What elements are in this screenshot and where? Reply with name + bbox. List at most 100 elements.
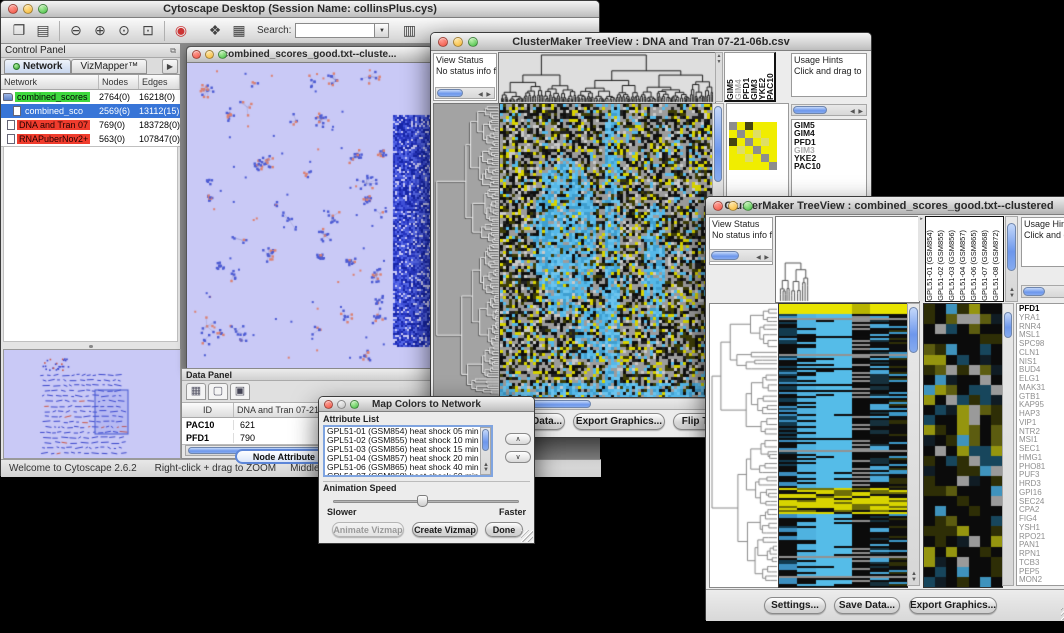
- dialog-titlebar[interactable]: Map Colors to Network: [319, 397, 534, 412]
- tv2-gene-label[interactable]: VIP1: [1019, 419, 1064, 428]
- tv2-gene-label[interactable]: PHO81: [1019, 463, 1064, 472]
- tv2-gene-label[interactable]: GPI16: [1019, 489, 1064, 498]
- import-table-icon[interactable]: ▥: [397, 21, 421, 41]
- tv1-status-hscrollbar[interactable]: ◀ ▶: [435, 87, 495, 99]
- tv2-gene-label[interactable]: NIS1: [1019, 358, 1064, 367]
- tv1-column-labels[interactable]: GIM5GIM4PFD1GIM3YKE2PAC10: [724, 52, 776, 102]
- tv2-label-vscrollbar[interactable]: ▲▼: [1005, 216, 1018, 302]
- tv2-settings-button[interactable]: Settings...: [764, 597, 826, 614]
- close-button[interactable]: [713, 201, 723, 211]
- open-session-icon[interactable]: ❐: [7, 21, 31, 41]
- minimize-button[interactable]: [337, 400, 346, 409]
- tv2-column-label[interactable]: GPL51-06 (GSM865): [970, 230, 981, 301]
- close-button[interactable]: [8, 4, 18, 14]
- tv2-heatmap-vscrollbar[interactable]: ▲▼: [907, 303, 920, 586]
- tab-overflow-arrow-icon[interactable]: ▶: [162, 59, 178, 74]
- tv2-status-hscrollbar[interactable]: ◀ ▶: [709, 249, 773, 262]
- network-table-row[interactable]: DNA and Tran 07769(0)183728(0): [1, 118, 180, 132]
- zoom-window-button[interactable]: [743, 201, 753, 211]
- tv2-gene-label[interactable]: HRD3: [1019, 480, 1064, 489]
- tv2-column-labels[interactable]: GPL51-01 (GSM854)GPL51-02 (GSM855)GPL51-…: [925, 216, 1004, 302]
- zoom-out-icon[interactable]: ⊖: [64, 21, 88, 41]
- attribute-list[interactable]: GPL51-01 (GSM854) heat shock 05 minGPL51…: [323, 425, 493, 477]
- move-up-button[interactable]: ∧: [505, 433, 531, 445]
- float-panel-icon[interactable]: ⧉: [170, 46, 176, 56]
- zoom-selected-icon[interactable]: ⊡: [136, 21, 160, 41]
- save-session-icon[interactable]: ▤: [31, 21, 55, 41]
- tv1-column-label[interactable]: GIM4: [734, 79, 742, 100]
- tv1-column-label[interactable]: GIM3: [750, 79, 758, 100]
- close-button[interactable]: [324, 400, 333, 409]
- tv2-zoom-vscrollbar[interactable]: [1002, 303, 1014, 586]
- tv1-label-scroll-arrows[interactable]: ▲▼: [715, 52, 723, 102]
- annotation-icon[interactable]: ▦: [227, 21, 251, 41]
- tv2-gene-label[interactable]: KAP95: [1019, 401, 1064, 410]
- minimize-button[interactable]: [23, 4, 33, 14]
- tv2-gene-label[interactable]: HAP3: [1019, 410, 1064, 419]
- tv2-usage-hscrollbar[interactable]: [1021, 285, 1064, 298]
- minimize-button[interactable]: [728, 201, 738, 211]
- tv2-gene-label[interactable]: YRA1: [1019, 314, 1064, 323]
- close-button[interactable]: [438, 37, 448, 47]
- tv2-column-label[interactable]: GPL51-08 (GSM872): [992, 230, 1003, 301]
- new-network-icon[interactable]: ❖: [203, 21, 227, 41]
- tv1-zoom-matrix[interactable]: [729, 122, 777, 170]
- tv2-gene-name-list[interactable]: PFD1YRA1RNR4MSL1SPC98CLN1NIS1BUD4ELG1MAK…: [1016, 303, 1064, 586]
- tv2-gene-label[interactable]: MAK31: [1019, 384, 1064, 393]
- tv2-export-graphics-button[interactable]: Export Graphics...: [909, 597, 997, 614]
- tv1-usage-hscrollbar[interactable]: ◀ ▶: [791, 104, 867, 116]
- help-icon[interactable]: ◉: [169, 21, 193, 41]
- zoom-fit-icon[interactable]: ⊙: [112, 21, 136, 41]
- minimize-button[interactable]: [205, 50, 214, 59]
- main-titlebar[interactable]: Cytoscape Desktop (Session Name: collins…: [1, 1, 599, 18]
- tv2-gene-label[interactable]: PAN1: [1019, 541, 1064, 550]
- tv2-gene-label[interactable]: SPC98: [1019, 340, 1064, 349]
- tv2-gene-label[interactable]: PFD1: [1019, 305, 1064, 314]
- network-view-titlebar[interactable]: combined_scores_good.txt--cluste...: [187, 47, 432, 63]
- tv1-column-label[interactable]: PFD1: [742, 78, 750, 100]
- tv2-gene-label[interactable]: SEC1: [1019, 445, 1064, 454]
- close-button[interactable]: [192, 50, 201, 59]
- tv2-column-dendrogram-canvas[interactable]: [775, 216, 920, 303]
- tv2-gene-label[interactable]: TCB3: [1019, 559, 1064, 568]
- tv2-gene-label[interactable]: PUF3: [1019, 471, 1064, 480]
- tv2-gene-label[interactable]: RPO21: [1019, 533, 1064, 542]
- tv2-gene-label[interactable]: ELG1: [1019, 375, 1064, 384]
- tv2-gene-label[interactable]: MON2: [1019, 576, 1064, 585]
- tv2-column-label[interactable]: GPL51-03 (GSM856): [948, 230, 959, 301]
- tv2-column-label[interactable]: GPL51-04 (GSM857): [959, 230, 970, 301]
- network-table-row[interactable]: RNAPuberNov2+563(0)107847(0): [1, 132, 180, 146]
- tv2-save-data-button[interactable]: Save Data...: [834, 597, 900, 614]
- minimize-button[interactable]: [453, 37, 463, 47]
- tv2-column-label[interactable]: GPL51-07 (GSM868): [981, 230, 992, 301]
- tv1-column-label[interactable]: PAC10: [766, 73, 774, 100]
- tv2-column-label[interactable]: GPL51-02 (GSM855): [937, 230, 948, 301]
- tab-vizmapper[interactable]: VizMapper™: [71, 59, 147, 74]
- tv1-gene-label[interactable]: PAC10: [794, 162, 864, 170]
- tv2-gene-label[interactable]: NTR2: [1019, 428, 1064, 437]
- create-attribute-icon[interactable]: ▢: [208, 383, 228, 400]
- tv2-gene-label[interactable]: HMG1: [1019, 454, 1064, 463]
- zoom-in-icon[interactable]: ⊕: [88, 21, 112, 41]
- tv1-gene-dendrogram-canvas[interactable]: [433, 103, 501, 398]
- tv2-gene-label[interactable]: RNR4: [1019, 323, 1064, 332]
- search-combo-arrow-icon[interactable]: ▼: [375, 23, 389, 38]
- animate-vizmap-button[interactable]: Animate Vizmap: [332, 522, 404, 537]
- zoom-window-button[interactable]: [468, 37, 478, 47]
- create-vizmap-button[interactable]: Create Vizmap: [412, 522, 478, 537]
- tv2-gene-dendrogram-canvas[interactable]: [709, 303, 780, 588]
- tv2-gene-label[interactable]: YSH1: [1019, 524, 1064, 533]
- tv2-label-scroll-arrows[interactable]: ▸: [918, 216, 925, 301]
- resize-grip[interactable]: [521, 530, 533, 542]
- network-overview-canvas[interactable]: [3, 349, 181, 459]
- done-button[interactable]: Done: [485, 522, 523, 537]
- search-input[interactable]: [295, 23, 375, 38]
- tv1-column-label[interactable]: GIM5: [726, 79, 734, 100]
- tv2-gene-label[interactable]: RPN1: [1019, 550, 1064, 559]
- move-down-button[interactable]: ∨: [505, 451, 531, 463]
- tv2-column-label[interactable]: GPL51-01 (GSM854): [926, 230, 937, 301]
- tv1-export-graphics-button[interactable]: Export Graphics...: [573, 413, 665, 430]
- tv2-gene-label[interactable]: FIG4: [1019, 515, 1064, 524]
- tv2-gene-label[interactable]: MSI1: [1019, 436, 1064, 445]
- attribute-list-item[interactable]: GPL51-07 (GSM868) heat shock 60 min: [325, 472, 491, 477]
